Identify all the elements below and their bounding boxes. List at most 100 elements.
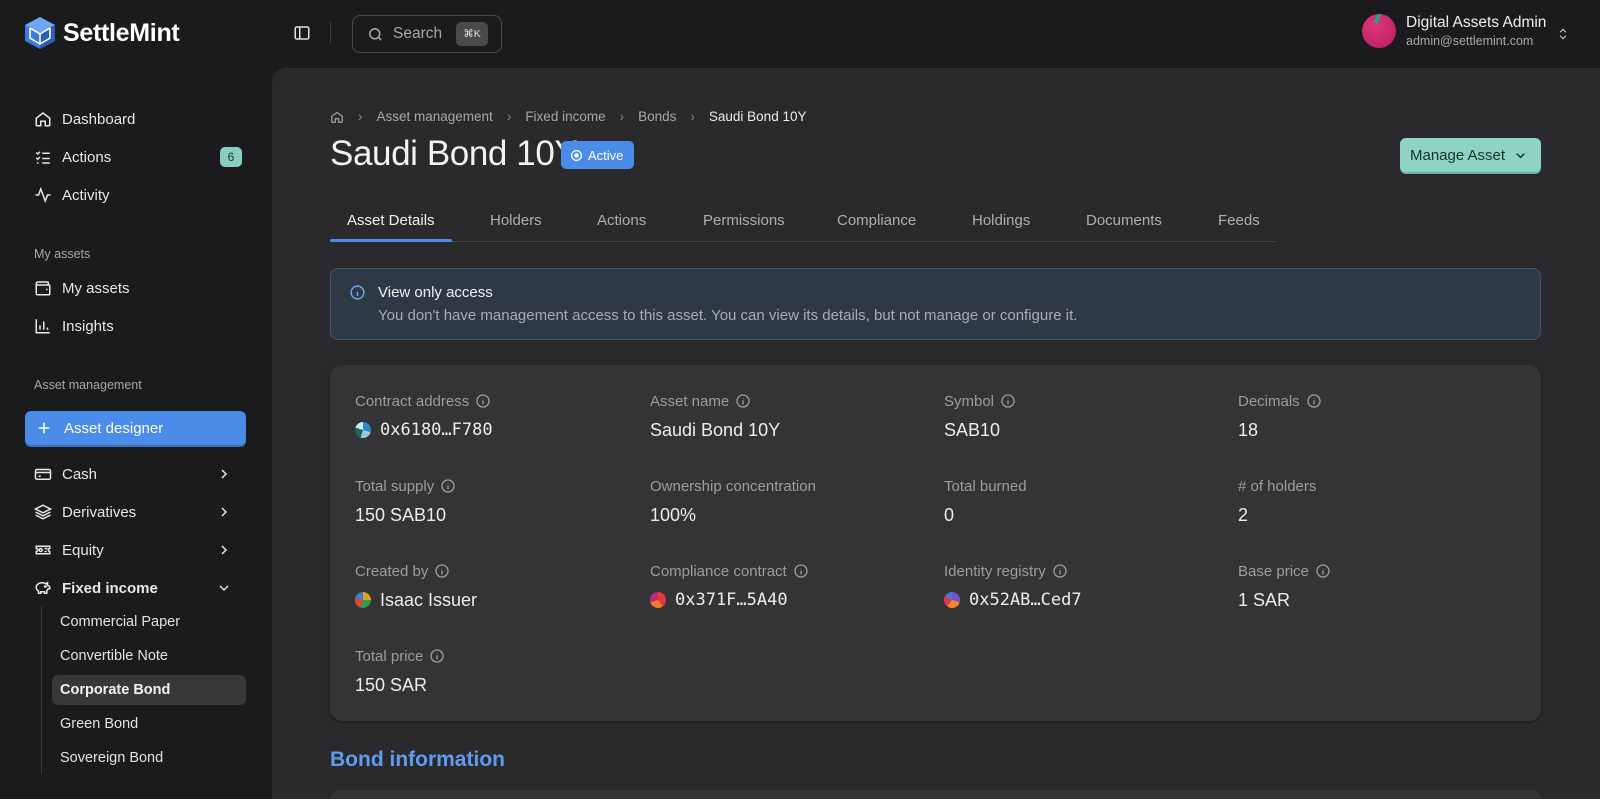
alert-title: View only access: [378, 284, 493, 301]
ticket-icon: [35, 545, 51, 555]
submenu-guide-line: [41, 606, 42, 774]
sidebar-item-label: Cash: [62, 465, 98, 483]
page-title: Saudi Bond 10Y: [330, 134, 578, 173]
piggy-bank-icon: [35, 581, 51, 594]
wallet-icon: [35, 281, 51, 296]
field-contract-address: Contract address 0x6180…F780: [355, 391, 493, 442]
view-only-alert: View only access You don't have manageme…: [330, 268, 1541, 340]
sidebar-item-fixed-income[interactable]: Fixed income: [34, 573, 242, 603]
search-placeholder: Search: [393, 25, 443, 42]
sidebar-item-derivatives[interactable]: Derivatives: [34, 497, 242, 527]
manage-asset-label: Manage Asset: [1410, 146, 1506, 164]
field-ownership-concentration: Ownership concentration 100%: [650, 476, 816, 527]
field-asset-name: Asset name Saudi Bond 10Y: [650, 391, 780, 442]
sidebar: SettleMint Dashboard Actions 6 Activity …: [0, 0, 272, 799]
field-value: 18: [1238, 419, 1259, 440]
field-label: Total price: [355, 647, 424, 665]
user-name: Digital Assets Admin: [1406, 14, 1547, 31]
submenu-item-commercial-paper[interactable]: Commercial Paper: [52, 607, 246, 637]
user-email: admin@settlemint.com: [1406, 34, 1534, 48]
field-value: 0: [944, 504, 955, 525]
address-identicon: [650, 592, 666, 608]
status-label: Active: [588, 147, 624, 163]
contract-address-link[interactable]: 0x6180…F780: [355, 418, 493, 442]
tab-holdings[interactable]: Holdings: [972, 212, 1030, 229]
bond-information-card: [330, 790, 1541, 799]
tab-documents[interactable]: Documents: [1086, 212, 1162, 229]
sidebar-item-label: Derivatives: [62, 503, 137, 521]
tab-compliance[interactable]: Compliance: [837, 212, 916, 229]
sidebar-item-equity[interactable]: Equity: [34, 535, 242, 565]
chevrons-up-down-icon[interactable]: [1556, 26, 1570, 42]
tab-permissions[interactable]: Permissions: [703, 212, 785, 229]
field-value: SAB10: [944, 419, 1001, 440]
identity-registry-link[interactable]: 0x52AB…Ced7: [944, 588, 1082, 612]
plus-icon: [38, 422, 50, 434]
breadcrumb-item[interactable]: Fixed income: [525, 109, 605, 124]
compliance-contract-link[interactable]: 0x371F…5A40: [650, 588, 809, 612]
sidebar-item-dashboard[interactable]: Dashboard: [34, 104, 242, 134]
info-icon[interactable]: [1315, 563, 1331, 579]
logo-cube-icon: [25, 17, 55, 49]
field-label: Total supply: [355, 477, 435, 495]
tab-actions[interactable]: Actions: [597, 212, 646, 229]
field-label: Created by: [355, 562, 429, 580]
sidebar-item-label: My assets: [62, 279, 130, 297]
field-label: Asset name: [650, 392, 730, 410]
info-icon[interactable]: [1052, 563, 1068, 579]
info-icon[interactable]: [793, 563, 809, 579]
asset-designer-button[interactable]: Asset designer: [25, 411, 246, 445]
info-icon[interactable]: [735, 393, 751, 409]
field-value: 2: [1238, 504, 1249, 525]
submenu-item-convertible-note[interactable]: Convertible Note: [52, 641, 246, 671]
status-badge: Active: [561, 141, 634, 169]
info-icon[interactable]: [434, 563, 450, 579]
sidebar-item-actions[interactable]: Actions 6: [34, 142, 242, 172]
settlemint-logo[interactable]: SettleMint: [24, 16, 180, 50]
info-icon[interactable]: [429, 648, 445, 664]
field-created-by: Created by Isaac Issuer: [355, 561, 477, 612]
user-menu[interactable]: Digital Assets Admin admin@settlemint.co…: [1362, 14, 1546, 48]
info-icon[interactable]: [440, 478, 456, 494]
field-compliance-contract: Compliance contract 0x371F…5A40: [650, 561, 809, 612]
section-label-my-assets: My assets: [34, 247, 91, 261]
search-icon: [369, 27, 382, 41]
sidebar-item-cash[interactable]: Cash: [34, 459, 242, 489]
submenu-item-corporate-bond[interactable]: Corporate Bond: [52, 675, 246, 705]
info-icon[interactable]: [1000, 393, 1016, 409]
search-input[interactable]: Search ⌘K: [352, 15, 502, 53]
sidebar-item-label: Equity: [62, 541, 104, 559]
breadcrumb-current: Saudi Bond 10Y: [708, 109, 807, 124]
sidebar-item-activity[interactable]: Activity: [34, 180, 242, 210]
list-check-icon: [35, 151, 50, 164]
layers-icon: [34, 504, 52, 520]
address-identicon: [355, 422, 371, 438]
info-icon: [350, 285, 365, 300]
tab-asset-details[interactable]: Asset Details: [347, 212, 435, 229]
breadcrumb-item[interactable]: Asset management: [377, 109, 493, 124]
breadcrumb-separator: ›: [619, 109, 625, 124]
chevron-down-icon: [219, 585, 229, 592]
info-icon[interactable]: [1306, 393, 1322, 409]
asset-designer-label: Asset designer: [64, 419, 164, 437]
tab-feeds[interactable]: Feeds: [1218, 212, 1260, 229]
tab-bar: Asset Details Holders Actions Permission…: [330, 202, 1276, 242]
sidebar-toggle-button[interactable]: [293, 24, 311, 47]
submenu-item-sovereign-bond[interactable]: Sovereign Bond: [52, 743, 246, 773]
field-label: Symbol: [944, 392, 995, 410]
breadcrumb-item[interactable]: Bonds: [638, 109, 676, 124]
tab-holders[interactable]: Holders: [490, 212, 542, 229]
sidebar-item-my-assets[interactable]: My assets: [34, 273, 242, 303]
field-value: 150 SAR: [355, 674, 428, 695]
creator-link[interactable]: Isaac Issuer: [355, 588, 477, 612]
bond-information-heading: Bond information: [330, 748, 505, 771]
manage-asset-button[interactable]: Manage Asset: [1400, 138, 1541, 172]
sidebar-item-insights[interactable]: Insights: [34, 311, 242, 341]
app-name: SettleMint: [63, 18, 180, 47]
section-label-asset-management: Asset management: [34, 378, 142, 392]
home-icon[interactable]: [330, 110, 344, 124]
info-icon[interactable]: [475, 393, 491, 409]
field-value: Saudi Bond 10Y: [650, 419, 781, 440]
submenu-item-green-bond[interactable]: Green Bond: [52, 709, 246, 739]
field-label: Contract address: [355, 392, 470, 410]
